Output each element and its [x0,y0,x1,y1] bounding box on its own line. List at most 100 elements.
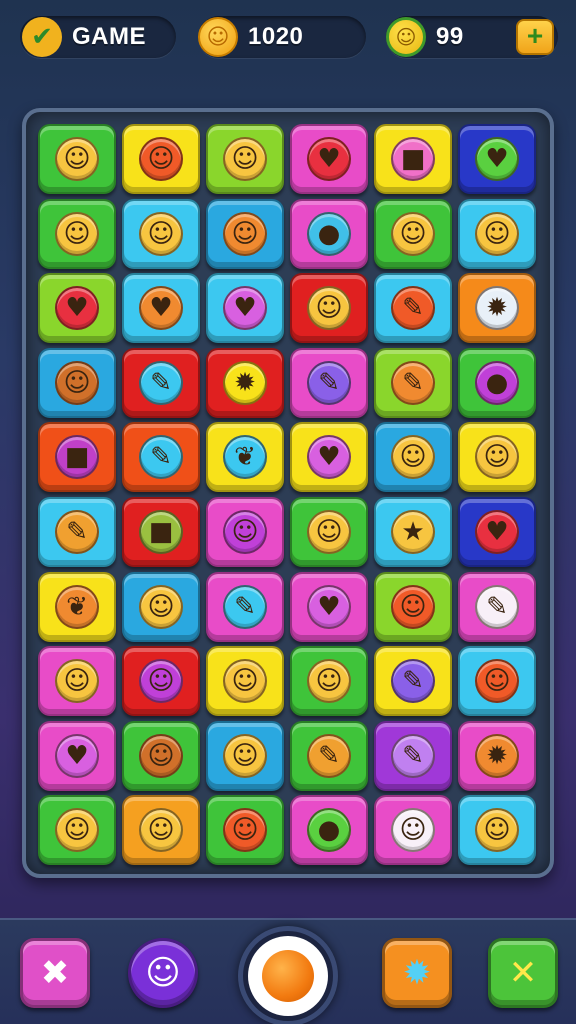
tile-smiley-face[interactable]: ☺ [206,124,284,194]
cat-face-icon: ☺ [139,137,183,181]
tile-smiley-face[interactable]: ☺ [206,720,284,791]
heart-key-icon: ♥ [475,137,519,181]
cat-face-icon: ☺ [55,360,99,405]
tile-cat-face[interactable]: ☺ [122,720,200,791]
tile-apple-heart[interactable]: ♥ [458,497,536,567]
tile-spiky-face[interactable]: ✹ [206,347,284,418]
tile-smiley-face[interactable]: ☺ [458,646,536,717]
booster-bone-button[interactable]: ✖ [20,938,90,1008]
tile-heart[interactable]: ♥ [290,124,368,194]
tile-heart[interactable]: ♥ [38,273,116,344]
game-board: ☺ ☺ ☺ ♥ ■ ♥ ☺ ☺ ☺ ● ☺ ☺ ♥ ♥ ♥ ☺ ✎ ✹ ☺ ✎ ✹ ✎ ✎ ● ■ ✎ ❦ ♥ ☺ ☺ ✎ ■ ☺ ☺ ★ ♥ ❦ ☺ ✎ ♥… [22,108,554,878]
smiley-face-icon: ☺ [223,137,267,181]
tile-smiley-face[interactable]: ☺ [38,646,116,717]
game-pill[interactable]: ✔ GAME [20,16,176,58]
smiley-face-icon: ☺ [223,510,267,554]
tile-smiley-face[interactable]: ☺ [290,646,368,717]
spiky-face-icon: ✹ [223,360,267,405]
tile-cat-face[interactable]: ☺ [38,124,116,194]
pencil-icon: ✎ [139,435,183,480]
smiley-face-icon: ☺ [475,659,519,704]
box-icon: ■ [391,137,435,181]
tile-pencil[interactable]: ✎ [122,422,200,493]
tile-crate[interactable]: ■ [122,497,200,567]
pencil-icon: ✎ [391,286,435,331]
tile-pencil[interactable]: ✎ [38,497,116,567]
tile-cat-face[interactable]: ☺ [38,198,116,269]
tile-box[interactable]: ■ [38,422,116,493]
tile-cat-face[interactable]: ☺ [122,198,200,269]
pencil-icon: ✎ [475,584,519,629]
heart-icon: ♥ [307,584,351,629]
tile-bubble[interactable]: ● [290,198,368,269]
center-play-button[interactable] [238,926,338,1024]
apple-heart-icon: ♥ [475,510,519,554]
tile-pencil[interactable]: ✎ [290,720,368,791]
cat-face-icon: ☺ [307,286,351,331]
tile-smiley-face[interactable]: ☺ [122,646,200,717]
tile-heart[interactable]: ♥ [290,571,368,642]
heart-icon: ♥ [55,733,99,778]
add-lives-button[interactable]: + [516,19,554,55]
blue-star-icon: ✹ [402,953,432,993]
tile-pin[interactable]: ✎ [206,571,284,642]
tile-cat-face[interactable]: ☺ [38,347,116,418]
tile-heart-key[interactable]: ♥ [458,124,536,194]
tile-smiley-face[interactable]: ☺ [458,795,536,866]
tile-spiky-face[interactable]: ✹ [458,720,536,791]
tile-smiley-face[interactable]: ☺ [206,646,284,717]
tile-smiley-face[interactable]: ☺ [458,198,536,269]
tile-pencil[interactable]: ✎ [374,720,452,791]
box-icon: ■ [55,435,99,480]
game-label: GAME [72,23,146,50]
tile-leaf[interactable]: ❦ [38,571,116,642]
tile-cat-face[interactable]: ☺ [290,273,368,344]
tile-cat-face[interactable]: ☺ [374,422,452,493]
bone-cross-icon: ✖ [40,953,70,993]
tile-smiley-face[interactable]: ☺ [290,497,368,567]
booster-tools-button[interactable]: ✕ [488,938,558,1008]
tile-bear-face[interactable]: ☺ [374,795,452,866]
smiley-face-icon: ☺ [55,659,99,704]
tile-cat-face[interactable]: ☺ [374,571,452,642]
tile-pencil[interactable]: ✎ [374,646,452,717]
booster-blob-button[interactable]: ☺ [128,938,198,1008]
crate-icon: ■ [139,510,183,554]
tile-cat-face[interactable]: ☺ [206,795,284,866]
top-bar: ✔ GAME ☺ 1020 ☺ 99 + [0,0,576,80]
booster-star-button[interactable]: ✹ [382,938,452,1008]
smiley-face-icon: ☺ [475,211,519,256]
tile-star-face[interactable]: ★ [374,497,452,567]
cat-face-icon: ☺ [475,435,519,480]
tile-box[interactable]: ■ [374,124,452,194]
bear-face-icon: ☺ [391,808,435,853]
leaf-icon: ❦ [223,435,267,480]
check-icon: ✔ [22,17,62,57]
tile-heart[interactable]: ♥ [38,720,116,791]
center-button-ring [248,936,328,1016]
tile-cat-face[interactable]: ☺ [122,571,200,642]
tile-heart[interactable]: ♥ [290,422,368,493]
tile-cat-face[interactable]: ☺ [458,422,536,493]
tile-pencil[interactable]: ✎ [374,273,452,344]
tile-cat-face[interactable]: ☺ [122,795,200,866]
tile-blob[interactable]: ● [458,347,536,418]
spiky-face-icon: ✹ [475,733,519,778]
tile-leaf[interactable]: ❦ [206,422,284,493]
pencil-icon: ✎ [307,733,351,778]
tile-smiley-face[interactable]: ☺ [206,198,284,269]
tile-heart[interactable]: ♥ [122,273,200,344]
tile-cat-face[interactable]: ☺ [38,795,116,866]
tile-cat-face[interactable]: ☺ [122,124,200,194]
tile-smiley-face[interactable]: ☺ [374,198,452,269]
tile-pencil[interactable]: ✎ [458,571,536,642]
heart-icon: ♥ [55,286,99,331]
tile-pencil[interactable]: ✎ [290,347,368,418]
tile-smiley-face[interactable]: ☺ [206,497,284,567]
tile-pencil[interactable]: ✎ [374,347,452,418]
tile-spiky-face[interactable]: ✹ [458,273,536,344]
spiky-face-icon: ✹ [475,286,519,331]
tile-apple[interactable]: ● [290,795,368,866]
tile-pencil[interactable]: ✎ [122,347,200,418]
tile-heart[interactable]: ♥ [206,273,284,344]
